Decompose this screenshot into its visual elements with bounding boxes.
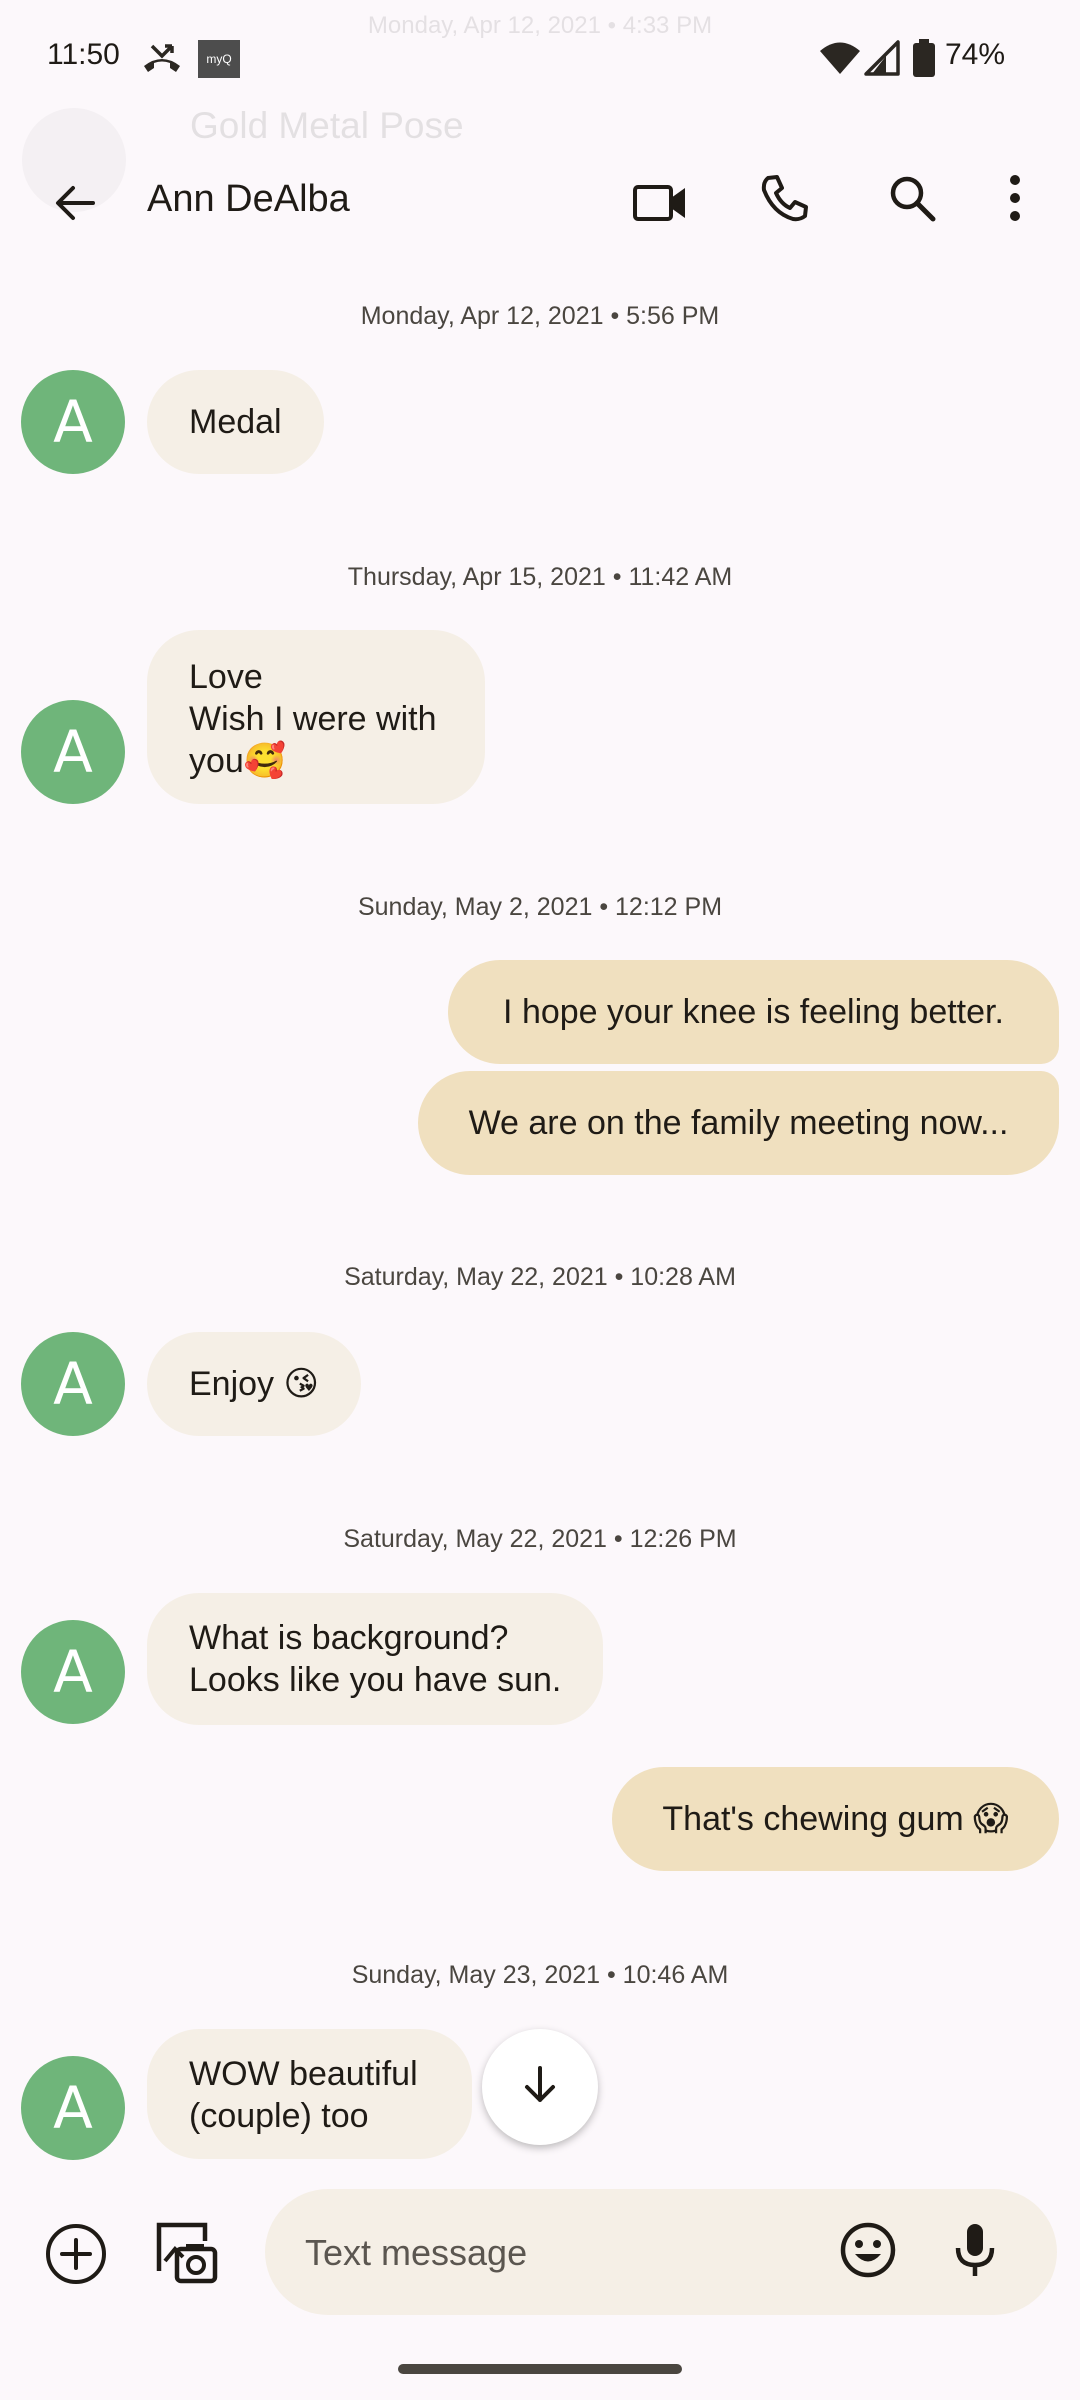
avatar[interactable]: A: [21, 1620, 125, 1724]
outgoing-message[interactable]: We are on the family meeting now...: [418, 1071, 1059, 1175]
ghost-title: Gold Metal Pose: [190, 105, 464, 146]
phone-call-button[interactable]: [745, 160, 825, 240]
battery-percent: 74%: [945, 38, 1006, 71]
incoming-message[interactable]: Love Wish I were with you🥰: [147, 630, 485, 804]
gallery-camera-button[interactable]: [148, 2216, 224, 2292]
timestamp: Sunday, May 2, 2021 • 12:12 PM: [357, 893, 723, 921]
back-arrow-icon: [51, 179, 99, 232]
ghost-timestamp: Monday, Apr 12, 2021 • 4:33 PM: [367, 12, 713, 39]
scroll-to-bottom-button[interactable]: [482, 2029, 598, 2145]
timestamp: Saturday, May 22, 2021 • 12:26 PM: [343, 1525, 737, 1553]
timestamp: Thursday, Apr 15, 2021 • 11:42 AM: [347, 563, 733, 591]
search-icon: [887, 173, 937, 228]
timestamp: Sunday, May 23, 2021 • 10:46 AM: [351, 1961, 729, 1989]
avatar[interactable]: A: [21, 1332, 125, 1436]
conversation-title[interactable]: Ann DeAlba: [147, 178, 350, 221]
more-options-button[interactable]: [985, 160, 1045, 240]
search-button[interactable]: [872, 160, 952, 240]
timestamp: Saturday, May 22, 2021 • 10:28 AM: [344, 1263, 736, 1291]
timestamp: Monday, Apr 12, 2021 • 5:56 PM: [360, 302, 720, 330]
add-circle-icon: [44, 2222, 108, 2291]
avatar[interactable]: A: [21, 370, 125, 474]
status-time: 11:50: [47, 38, 120, 71]
voice-input-button[interactable]: [940, 2217, 1010, 2287]
home-indicator[interactable]: [398, 2364, 682, 2374]
wifi-icon: [818, 40, 862, 81]
outgoing-message[interactable]: That's chewing gum 😱: [612, 1767, 1059, 1871]
avatar[interactable]: A: [21, 700, 125, 804]
gallery-camera-icon: [153, 2219, 219, 2290]
missed-call-icon: [140, 40, 184, 85]
signal-icon: [864, 40, 900, 81]
more-vert-icon: [1008, 174, 1022, 227]
myq-app-badge: myQ: [198, 40, 240, 78]
incoming-message[interactable]: What is background? Looks like you have …: [147, 1593, 604, 1725]
compose-bar: [265, 2189, 1057, 2315]
back-button[interactable]: [40, 170, 110, 240]
video-call-button[interactable]: [620, 165, 700, 245]
text-message-input[interactable]: [303, 2222, 787, 2284]
outgoing-message[interactable]: I hope your knee is feeling better.: [448, 960, 1059, 1064]
incoming-message[interactable]: Medal: [147, 370, 324, 474]
battery-icon: [912, 38, 936, 83]
phone-icon: [760, 173, 810, 228]
incoming-message[interactable]: Enjoy 😘: [147, 1332, 361, 1436]
video-call-icon: [632, 183, 688, 228]
emoji-button[interactable]: [833, 2217, 903, 2287]
incoming-message[interactable]: WOW beautiful (couple) too: [147, 2029, 472, 2159]
arrow-down-icon: [518, 2063, 562, 2112]
microphone-icon: [951, 2221, 999, 2284]
avatar[interactable]: A: [21, 2056, 125, 2160]
add-attachment-button[interactable]: [38, 2218, 114, 2294]
emoji-icon: [839, 2221, 897, 2284]
